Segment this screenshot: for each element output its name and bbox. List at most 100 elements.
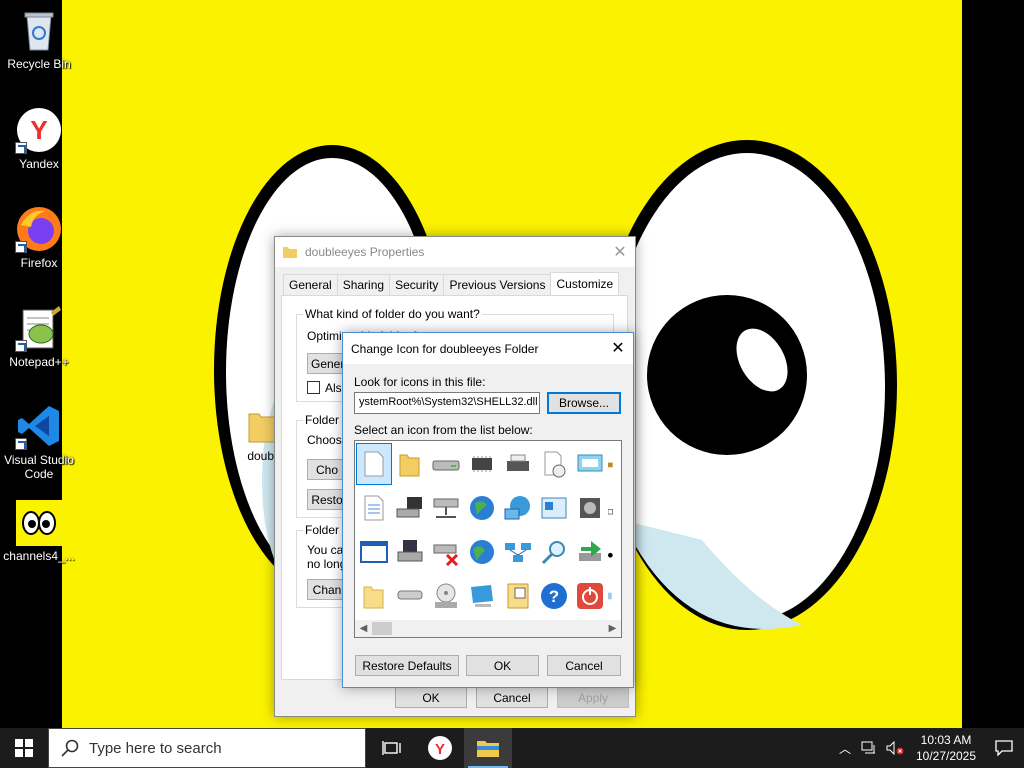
notification-center-button[interactable] — [984, 740, 1024, 756]
tab-general[interactable]: General — [283, 274, 338, 295]
drive-icon[interactable] — [428, 443, 464, 485]
file-explorer-icon — [477, 741, 499, 757]
scroll-left-icon[interactable]: ◀ — [355, 620, 372, 637]
icon-list[interactable]: ? ◀ ▶ — [354, 440, 622, 638]
window-stack-icon[interactable] — [572, 443, 608, 485]
notification-icon — [995, 740, 1013, 756]
network-drive-icon[interactable] — [428, 487, 464, 529]
taskbar-file-explorer[interactable] — [464, 728, 512, 768]
network-globe-icon[interactable] — [500, 487, 536, 529]
properties-ok-button[interactable]: OK — [395, 687, 467, 708]
start-button[interactable] — [0, 728, 48, 768]
desktop-icon-label: Visual Studio Code — [4, 453, 74, 481]
desktop: Recycle Bin Y Yandex Firefox Notepad++ V… — [0, 0, 1024, 728]
properties-cancel-button[interactable]: Cancel — [476, 687, 548, 708]
clock-date: 10/27/2025 — [915, 749, 977, 763]
green-arrow-icon[interactable] — [572, 531, 608, 573]
search-icon[interactable] — [536, 531, 572, 573]
desktop-icon-notepadpp[interactable]: Notepad++ — [0, 304, 78, 369]
properties-close-button[interactable]: ✕ — [605, 237, 635, 267]
firefox-icon — [15, 205, 63, 253]
shortcut-arrow-icon — [15, 241, 27, 253]
document-icon[interactable] — [356, 487, 392, 529]
browse-button[interactable]: Browse... — [547, 392, 621, 414]
scroll-right-icon[interactable]: ▶ — [604, 620, 621, 637]
folder-icon — [248, 413, 276, 443]
icon-file-path-input[interactable]: ystemRoot%\System32\SHELL32.dll — [354, 392, 540, 414]
globe-icon[interactable] — [464, 487, 500, 529]
window-icon[interactable] — [356, 531, 392, 573]
tab-customize[interactable]: Customize — [550, 272, 620, 295]
chip-icon[interactable] — [464, 443, 500, 485]
printer-icon[interactable] — [500, 443, 536, 485]
desktop-icon-label: Recycle Bin — [7, 57, 71, 71]
network-icon[interactable] — [500, 531, 536, 573]
folder-icon — [283, 247, 297, 258]
share-overlay-icon[interactable] — [608, 531, 621, 573]
cd-drive-icon[interactable] — [572, 487, 608, 529]
show-hidden-icons-chevron-icon[interactable]: ︿ — [834, 740, 856, 757]
partial-icon[interactable] — [608, 575, 621, 617]
folder-icon[interactable] — [392, 443, 428, 485]
taskbar-clock[interactable]: 10:03 AM 10/27/2025 — [908, 732, 984, 764]
scrollbar-thumb[interactable] — [372, 622, 392, 635]
removable-drive-icon[interactable] — [392, 575, 428, 617]
tab-sharing[interactable]: Sharing — [336, 274, 391, 295]
look-for-icons-label: Look for icons in this file: — [354, 375, 486, 389]
desktop-icon-channels4[interactable]: channels4_... — [0, 500, 78, 563]
optimize-dropdown[interactable]: Genera — [307, 353, 347, 374]
shortcut-arrow-icon — [15, 340, 27, 352]
shortcut-arrow-icon — [15, 438, 27, 450]
blank-file-icon[interactable] — [356, 443, 392, 485]
desktop-icon-firefox[interactable]: Firefox — [0, 205, 78, 270]
monitor-icon[interactable] — [464, 575, 500, 617]
choose-file-button[interactable]: Cho — [307, 459, 347, 480]
file-clock-icon[interactable] — [536, 443, 572, 485]
yandex-browser-icon: Y — [15, 106, 63, 154]
globe-cursor-icon[interactable] — [464, 531, 500, 573]
control-panel-icon[interactable] — [536, 487, 572, 529]
desktop-icon-vscode[interactable]: Visual Studio Code — [0, 402, 78, 481]
vscode-icon — [15, 402, 63, 450]
cd-disc-icon[interactable] — [428, 575, 464, 617]
system-tray: ︿ 10:03 AM 10/27/2025 — [834, 728, 1024, 768]
task-view-icon — [382, 741, 401, 755]
shortcut-arrow-icon — [15, 142, 27, 154]
windows-logo-icon — [15, 739, 33, 757]
shortcut-overlay-icon[interactable] — [608, 487, 621, 529]
also-apply-checkbox[interactable] — [307, 381, 320, 394]
disconnected-drive-icon[interactable] — [428, 531, 464, 573]
power-icon[interactable] — [572, 575, 608, 617]
taskbar-yandex[interactable]: Y — [416, 728, 464, 768]
svg-text:Y: Y — [435, 741, 445, 758]
change-icon-cancel-button[interactable]: Cancel — [547, 655, 621, 676]
change-icon-button[interactable]: Chan — [307, 579, 347, 600]
select-icon-label: Select an icon from the list below: — [354, 423, 533, 437]
desktop-icon-yandex[interactable]: Y Yandex — [0, 106, 78, 171]
restore-default-button[interactable]: Resto — [307, 489, 347, 510]
change-icon-close-button[interactable]: ✕ — [603, 333, 633, 363]
properties-title: doubleeyes Properties — [305, 245, 425, 259]
icon-list-scrollbar[interactable]: ◀ ▶ — [355, 620, 621, 637]
task-view-button[interactable] — [368, 728, 416, 768]
tab-security[interactable]: Security — [389, 274, 445, 295]
keypad-folder-icon[interactable] — [500, 575, 536, 617]
svg-text:?: ? — [549, 587, 559, 606]
restore-defaults-button[interactable]: Restore Defaults — [355, 655, 459, 676]
change-icon-titlebar: Change Icon for doubleeyes Folder ✕ — [343, 333, 633, 364]
properties-tabs: General Sharing Security Previous Versio… — [283, 272, 620, 295]
clock-time: 10:03 AM — [920, 733, 972, 747]
tab-previous-versions[interactable]: Previous Versions — [443, 274, 552, 295]
volume-muted-icon[interactable] — [882, 741, 908, 755]
floppy-icon[interactable] — [392, 531, 428, 573]
change-icon-ok-button[interactable]: OK — [466, 655, 539, 676]
computer-drive-icon[interactable] — [392, 487, 428, 529]
network-icon[interactable] — [856, 741, 882, 755]
properties-apply-button[interactable]: Apply — [557, 687, 629, 708]
misc-icon[interactable] — [608, 443, 621, 485]
taskbar-search-box[interactable]: Type here to search — [48, 728, 366, 768]
help-icon[interactable]: ? — [536, 575, 572, 617]
desktop-icon-recycle-bin[interactable]: Recycle Bin — [0, 6, 78, 71]
taskbar: Type here to search Y ︿ 10:03 AM 10/27/2… — [0, 728, 1024, 768]
folder-pale-icon[interactable] — [356, 575, 392, 617]
